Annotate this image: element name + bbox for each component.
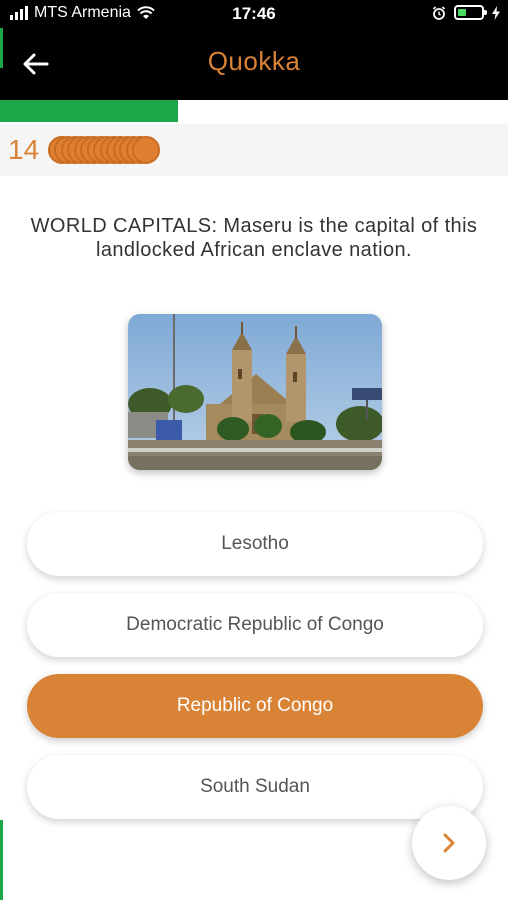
question-text: WORLD CAPITALS: Maseru is the capital of… [30,215,478,261]
app-bar: Quokka [0,28,508,100]
answer-option-1[interactable]: Lesotho [27,512,483,576]
edge-accent-bottom [0,820,3,900]
edge-accent-top [0,28,3,68]
charging-icon [492,5,500,20]
cathedral-photo [128,314,382,470]
answer-option-2[interactable]: Democratic Republic of Congo [27,593,483,657]
answer-option-4[interactable]: South Sudan [27,755,483,819]
answer-option-3-selected[interactable]: Republic of Congo [27,674,483,738]
alarm-icon [432,5,446,20]
chevron-right-icon [443,833,455,853]
battery-level [458,9,466,16]
progress-bar [0,100,508,122]
status-right [432,5,500,20]
question-image [128,314,382,470]
score-value: 14 [8,134,40,165]
coin-icon [132,136,160,164]
coin-stack [48,136,160,164]
status-bar: MTS Armenia 17:46 [0,0,508,28]
page-title: Quokka [207,46,301,76]
progress-fill [0,100,178,122]
next-button[interactable] [412,806,486,880]
score-row: 14 [0,124,508,176]
battery-icon [454,5,487,20]
